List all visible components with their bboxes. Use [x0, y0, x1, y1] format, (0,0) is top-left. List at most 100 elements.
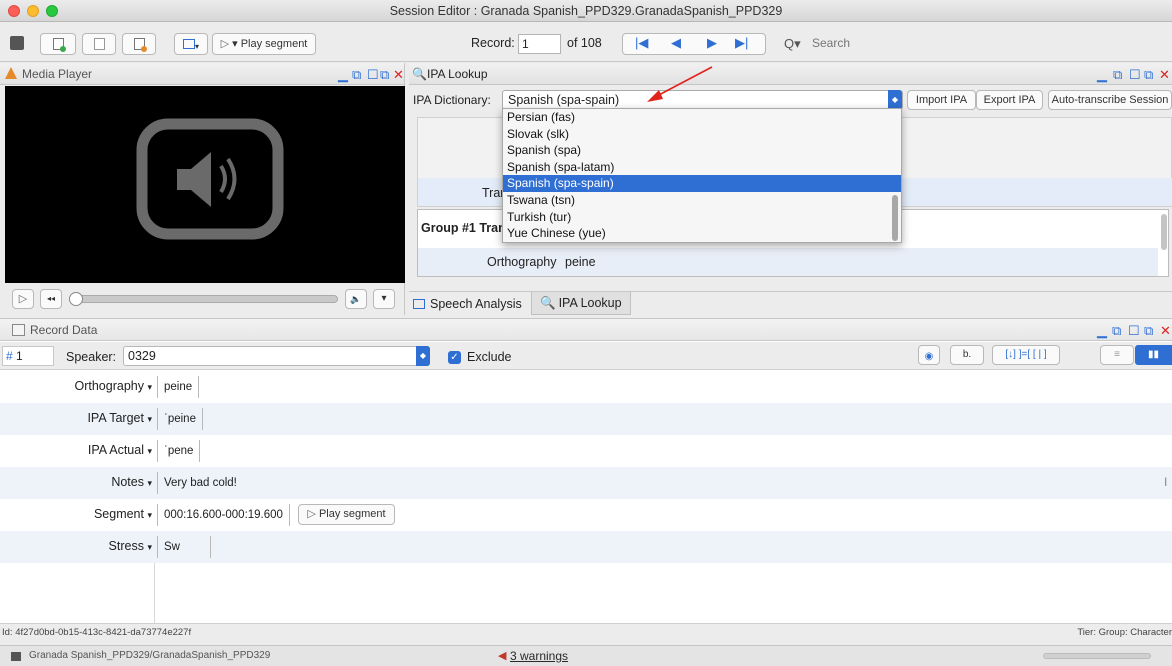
record-data-titlebar: Record Data ▁ ⧉ ☐ ⧉ ✕: [0, 319, 1172, 341]
restore-panel-icon[interactable]: ⧉: [1144, 320, 1153, 342]
exclude-checkbox[interactable]: ✓: [448, 349, 461, 364]
record-number-field[interactable]: # 1: [2, 346, 54, 366]
first-record-icon[interactable]: |◀: [635, 33, 648, 53]
new-record-icon: [52, 38, 66, 52]
new-record-button[interactable]: [40, 33, 76, 55]
restore-panel-icon[interactable]: ⧉: [1144, 64, 1153, 86]
float-panel-icon[interactable]: ⧉: [1113, 64, 1122, 86]
font-button[interactable]: b.: [950, 345, 984, 365]
auto-transcribe-button[interactable]: Auto-transcribe Session: [1048, 90, 1172, 110]
speaker-icon: [136, 118, 284, 240]
dropdown-option[interactable]: Slovak (slk): [503, 126, 901, 143]
delete-record-button[interactable]: [82, 33, 116, 55]
font-icon: b.: [962, 349, 972, 360]
close-panel-icon[interactable]: ✕: [1160, 320, 1171, 342]
ipa-dictionary-value: Spanish (spa-spain): [508, 93, 620, 107]
save-icon[interactable]: [10, 36, 24, 50]
record-footer: Id: 4f27d0bd-0b15-413c-8421-da73774e227f…: [0, 623, 1172, 641]
minimize-panel-icon[interactable]: ▁: [1097, 320, 1107, 342]
next-record-icon[interactable]: ▶: [707, 33, 717, 53]
magnifier-icon: 🔍: [412, 67, 427, 81]
duplicate-record-button[interactable]: [122, 33, 156, 55]
dropdown-option[interactable]: Spanish (spa-latam): [503, 159, 901, 176]
search-input[interactable]: [812, 36, 1112, 50]
float-panel-icon[interactable]: ⧉: [1112, 320, 1121, 342]
dropdown-option-selected[interactable]: Spanish (spa-spain): [503, 175, 901, 192]
media-menu-button[interactable]: ▾: [373, 289, 395, 309]
group-scrollbar[interactable]: [1161, 214, 1167, 250]
media-seek-slider[interactable]: [69, 292, 338, 306]
close-panel-icon[interactable]: ✕: [393, 64, 404, 86]
ipa-target-field[interactable]: ˈpeine: [157, 408, 203, 430]
orthography-field[interactable]: peine: [157, 376, 200, 398]
video-area: [5, 86, 405, 283]
ipa-panel-tabs: Speech Analysis 🔍 IPA Lookup: [409, 291, 1172, 315]
media-play-button[interactable]: ▷: [12, 289, 34, 309]
warnings-link[interactable]: 3 warnings: [510, 646, 568, 666]
speech-analysis-icon: [413, 299, 425, 309]
stress-field[interactable]: Sw: [157, 536, 211, 558]
media-player-title: Media Player: [22, 67, 93, 81]
segment-play-button[interactable]: ▷ Play segment: [298, 504, 395, 525]
record-count: of 108: [567, 36, 602, 50]
dropdown-option[interactable]: Tswana (tsn): [503, 192, 901, 209]
media-rewind-button[interactable]: ◂◂: [40, 289, 62, 309]
status-bar: Granada Spanish_PPD329/GranadaSpanish_PP…: [0, 645, 1172, 666]
seek-handle[interactable]: [69, 292, 83, 306]
toolbar-play-segment-button[interactable]: ▷ ▾ Play segment: [212, 33, 316, 55]
tier-label[interactable]: Notes ▾: [111, 475, 152, 489]
close-window-button[interactable]: [8, 5, 20, 17]
minimize-panel-icon[interactable]: ▁: [1097, 64, 1107, 86]
media-controls: ▷ ◂◂ 🔈 ▾: [0, 287, 405, 315]
tab-ipa-lookup[interactable]: 🔍 IPA Lookup: [531, 292, 631, 315]
syllabify-button[interactable]: ◉: [918, 345, 940, 365]
progress-bar: [1043, 653, 1151, 659]
tab-speech-analysis[interactable]: Speech Analysis: [413, 294, 530, 314]
tier-label[interactable]: Stress ▾: [109, 539, 152, 553]
record-data-panel: Record Data ▁ ⧉ ☐ ⧉ ✕ # 1 Speaker: 0329 …: [0, 318, 1172, 641]
float-panel-icon[interactable]: ⧉: [352, 64, 361, 86]
notes-field[interactable]: Very bad cold!: [157, 472, 243, 494]
tier-row-notes: Notes ▾ Very bad cold! I: [0, 467, 1172, 499]
maximize-panel-icon[interactable]: ☐: [1129, 64, 1141, 86]
segment-field[interactable]: 000:16.600-000:19.600: [157, 504, 290, 526]
zoom-window-button[interactable]: [46, 5, 58, 17]
minimize-window-button[interactable]: [27, 5, 39, 17]
ipa-actual-field[interactable]: ˈpene: [157, 440, 201, 462]
dropdown-option[interactable]: Yue Chinese (yue): [503, 225, 901, 242]
tier-label[interactable]: Segment ▾: [94, 507, 152, 521]
annotation-arrow-icon: [647, 66, 713, 102]
prev-record-icon[interactable]: ◀: [671, 33, 681, 53]
record-number-input[interactable]: 1: [518, 34, 561, 54]
export-ipa-button[interactable]: Export IPA: [976, 90, 1043, 110]
merge-group-icon[interactable]: ]=[: [1019, 349, 1030, 360]
speaker-select[interactable]: 0329 ◆: [123, 346, 430, 366]
maximize-panel-icon[interactable]: ☐: [1128, 320, 1140, 342]
last-record-icon[interactable]: ▶|: [735, 33, 748, 53]
volume-button[interactable]: 🔈: [345, 289, 367, 309]
split-group-icon[interactable]: [ | ]: [1033, 349, 1047, 360]
grid-view-button[interactable]: ▮▮: [1135, 345, 1172, 365]
close-panel-icon[interactable]: ✕: [1159, 64, 1170, 86]
restore-panel-icon[interactable]: ⧉: [380, 64, 389, 86]
tier-label[interactable]: IPA Target ▾: [87, 411, 152, 425]
session-path: Granada Spanish_PPD329/GranadaSpanish_PP…: [29, 650, 271, 661]
layout-button[interactable]: ▾: [174, 33, 208, 55]
import-ipa-button[interactable]: Import IPA: [907, 90, 976, 110]
tier-row-stress: Stress ▾ Sw: [0, 531, 1172, 563]
tier-label[interactable]: IPA Actual ▾: [88, 443, 152, 457]
group-label: Group #1 Tran: [421, 221, 506, 235]
dropdown-option[interactable]: Turkish (tur): [503, 209, 901, 226]
search-box[interactable]: Q▾: [780, 34, 1160, 56]
minimize-panel-icon[interactable]: ▁: [338, 64, 348, 86]
grid-view-icon: ▮▮: [1147, 349, 1159, 360]
tier-label[interactable]: Orthography ▾: [75, 379, 153, 393]
maximize-panel-icon[interactable]: ☐: [367, 64, 379, 86]
delete-record-icon: [93, 38, 105, 50]
dropdown-option[interactable]: Spanish (spa): [503, 142, 901, 159]
dropdown-option[interactable]: Persian (fas): [503, 109, 901, 126]
insert-group-icon[interactable]: [↓]: [1005, 349, 1016, 360]
main-toolbar: ▾ ▷ ▾ Play segment Record: 1 of 108 |◀ ◀…: [0, 22, 1172, 62]
dropdown-scrollbar[interactable]: [892, 195, 898, 241]
list-view-button[interactable]: ≡: [1100, 345, 1134, 365]
